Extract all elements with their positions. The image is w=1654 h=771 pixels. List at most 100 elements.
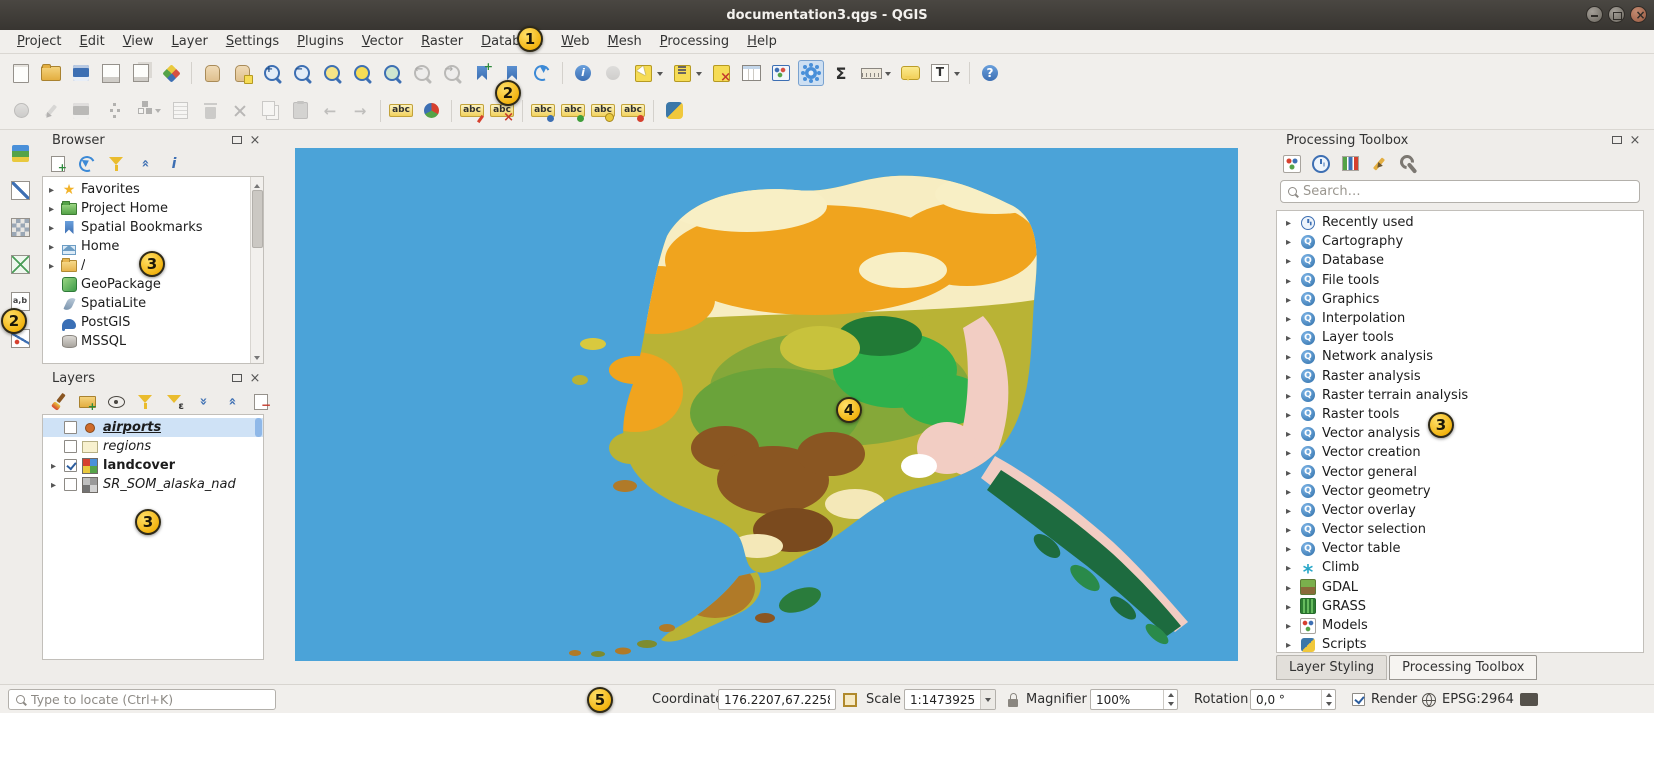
processing-group-vector-geometry[interactable]: Vector geometry — [1277, 482, 1643, 501]
processing-group-network-analysis[interactable]: Network analysis — [1277, 347, 1643, 366]
processing-group-interpolation[interactable]: Interpolation — [1277, 309, 1643, 328]
select-by-value-icon[interactable] — [669, 60, 695, 86]
float-panel-icon[interactable] — [1610, 133, 1624, 147]
save-project-icon[interactable] — [68, 60, 94, 86]
delete-selected-icon[interactable] — [197, 98, 223, 124]
pan-to-selection-icon[interactable] — [229, 60, 255, 86]
edit-features-in-place-icon[interactable] — [1369, 154, 1389, 174]
scroll-up-icon[interactable] — [251, 177, 264, 189]
filter-by-expression-icon[interactable] — [164, 392, 184, 412]
float-panel-icon[interactable] — [230, 371, 244, 385]
chevron-right-icon[interactable] — [46, 220, 57, 235]
close-panel-icon[interactable] — [248, 371, 262, 385]
dropdown-arrow-icon[interactable] — [694, 60, 704, 86]
layer-visibility-checkbox[interactable] — [64, 421, 77, 434]
spin-down-icon[interactable] — [1322, 700, 1335, 710]
select-features-icon[interactable] — [630, 60, 656, 86]
browser-item-favorites[interactable]: Favorites — [43, 180, 263, 199]
extents-icon[interactable] — [843, 693, 857, 707]
processing-search[interactable] — [1280, 180, 1640, 203]
crs-status-button[interactable]: EPSG:2964 — [1422, 689, 1514, 710]
processing-group-raster-terrain-analysis[interactable]: Raster terrain analysis — [1277, 386, 1643, 405]
menu-web[interactable]: Web — [552, 31, 598, 52]
browser-item-spatialite[interactable]: SpatiaLite — [43, 294, 263, 313]
processing-group-cartography[interactable]: Cartography — [1277, 232, 1643, 251]
menu-help[interactable]: Help — [738, 31, 786, 52]
layer-labeling-options-icon[interactable] — [388, 98, 414, 124]
field-calculator-icon[interactable] — [768, 60, 794, 86]
statistical-summary-icon[interactable] — [828, 60, 854, 86]
minimize-icon[interactable] — [1586, 6, 1603, 23]
chevron-right-icon[interactable] — [46, 239, 57, 254]
expand-all-icon[interactable] — [193, 392, 213, 412]
dropdown-arrow-icon[interactable] — [153, 98, 163, 124]
render-toggle[interactable]: Render — [1352, 689, 1417, 710]
change-label-icon[interactable] — [620, 98, 646, 124]
scroll-down-icon[interactable] — [251, 351, 264, 363]
chevron-right-icon[interactable] — [1283, 618, 1294, 633]
chevron-right-icon[interactable] — [1283, 560, 1294, 575]
chevron-right-icon[interactable] — [1283, 292, 1294, 307]
processing-group-gdal[interactable]: GDAL — [1277, 578, 1643, 597]
menu-vector[interactable]: Vector — [353, 31, 412, 52]
zoom-out-icon[interactable] — [289, 60, 315, 86]
chevron-right-icon[interactable] — [1283, 330, 1294, 345]
menu-processing[interactable]: Processing — [651, 31, 738, 52]
open-data-source-manager-icon[interactable] — [7, 140, 33, 166]
dropdown-arrow-icon[interactable] — [980, 690, 995, 709]
processing-group-graphics[interactable]: Graphics — [1277, 290, 1643, 309]
processing-group-recently-used[interactable]: Recently used — [1277, 213, 1643, 232]
chevron-right-icon[interactable] — [46, 201, 57, 216]
chevron-right-icon[interactable] — [48, 477, 59, 492]
new-project-icon[interactable] — [8, 60, 34, 86]
chevron-right-icon[interactable] — [1283, 426, 1294, 441]
maximize-icon[interactable] — [1608, 6, 1625, 23]
spin-up-icon[interactable] — [1164, 690, 1177, 700]
processing-group-vector-analysis[interactable]: Vector analysis — [1277, 424, 1643, 443]
chevron-right-icon[interactable] — [46, 258, 57, 273]
layer-item-airports[interactable]: airports — [43, 418, 263, 437]
pin-unpin-labels-icon[interactable] — [459, 98, 485, 124]
zoom-to-selection-icon[interactable] — [349, 60, 375, 86]
show-layout-manager-icon[interactable] — [128, 60, 154, 86]
browser-item-mssql[interactable]: MSSQL — [43, 332, 263, 351]
chevron-right-icon[interactable] — [1283, 599, 1294, 614]
processing-toolbox-icon[interactable] — [798, 60, 824, 86]
menu-mesh[interactable]: Mesh — [599, 31, 651, 52]
collapse-all-icon[interactable] — [135, 154, 155, 174]
close-icon[interactable] — [1630, 6, 1647, 23]
layer-visibility-checkbox[interactable] — [64, 440, 77, 453]
menu-project[interactable]: Project — [8, 31, 71, 52]
add-vector-layer-icon[interactable] — [7, 177, 33, 203]
locate-bar[interactable] — [8, 689, 276, 710]
chevron-right-icon[interactable] — [1283, 522, 1294, 537]
messages-button[interactable] — [1520, 689, 1538, 710]
chevron-right-icon[interactable] — [1283, 407, 1294, 422]
zoom-next-icon[interactable] — [439, 60, 465, 86]
chevron-right-icon[interactable] — [1283, 484, 1294, 499]
chevron-right-icon[interactable] — [46, 182, 57, 197]
deselect-features-icon[interactable] — [708, 60, 734, 86]
processing-group-raster-tools[interactable]: Raster tools — [1277, 405, 1643, 424]
render-checkbox[interactable] — [1352, 693, 1365, 706]
add-group-icon[interactable] — [77, 392, 97, 412]
browser-scrollbar[interactable] — [250, 177, 263, 363]
menu-edit[interactable]: Edit — [71, 31, 114, 52]
chevron-right-icon[interactable] — [1283, 580, 1294, 595]
zoom-in-icon[interactable] — [259, 60, 285, 86]
chevron-right-icon[interactable] — [1283, 311, 1294, 326]
menu-view[interactable]: View — [114, 31, 163, 52]
rotation-input[interactable] — [1251, 693, 1321, 707]
rotation-spinbox[interactable] — [1250, 689, 1336, 710]
open-attribute-table-icon[interactable] — [738, 60, 764, 86]
processing-group-scripts[interactable]: Scripts — [1277, 635, 1643, 653]
layer-item-sr-som-alaska-nad[interactable]: SR_SOM_alaska_nad — [43, 475, 263, 494]
magnifier-spinbox[interactable] — [1090, 689, 1178, 710]
vertex-tool-icon[interactable] — [128, 98, 154, 124]
locate-input[interactable] — [31, 692, 268, 707]
rotate-label-icon[interactable] — [590, 98, 616, 124]
dropdown-arrow-icon[interactable] — [952, 60, 962, 86]
copy-features-icon[interactable] — [257, 98, 283, 124]
history-icon[interactable] — [1311, 154, 1331, 174]
layer-diagram-options-icon[interactable] — [418, 98, 444, 124]
